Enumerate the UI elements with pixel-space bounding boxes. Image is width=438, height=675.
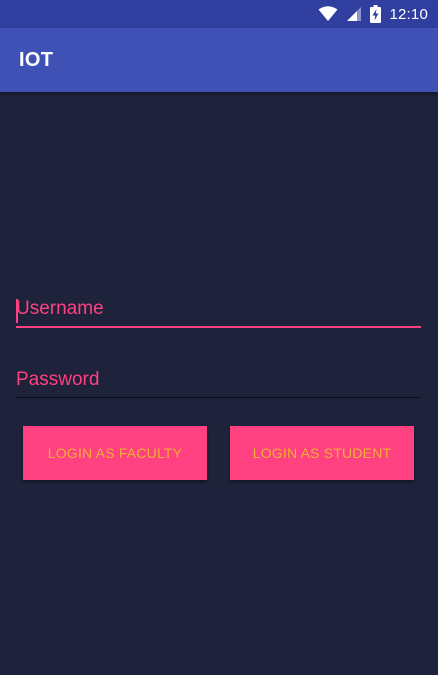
login-as-faculty-button[interactable]: LOGIN AS FACULTY — [23, 426, 207, 480]
app-title: IOT — [19, 48, 54, 71]
status-clock: 12:10 — [389, 5, 428, 23]
login-as-student-button[interactable]: LOGIN AS STUDENT — [230, 426, 414, 480]
status-bar: 12:10 — [0, 0, 438, 28]
username-field[interactable] — [16, 298, 421, 328]
username-underline — [16, 326, 421, 328]
username-input[interactable] — [16, 298, 421, 326]
password-field[interactable] — [16, 369, 421, 398]
app-bar: IOT — [0, 28, 438, 92]
battery-charging-icon — [370, 5, 382, 23]
password-underline — [16, 397, 421, 398]
wifi-icon — [318, 6, 338, 22]
login-screen: 12:10 IOT LOGIN AS FACULTY LOGIN AS STUD… — [0, 0, 438, 675]
cellular-signal-icon — [346, 6, 362, 22]
password-input[interactable] — [16, 369, 421, 397]
text-cursor — [16, 299, 18, 323]
